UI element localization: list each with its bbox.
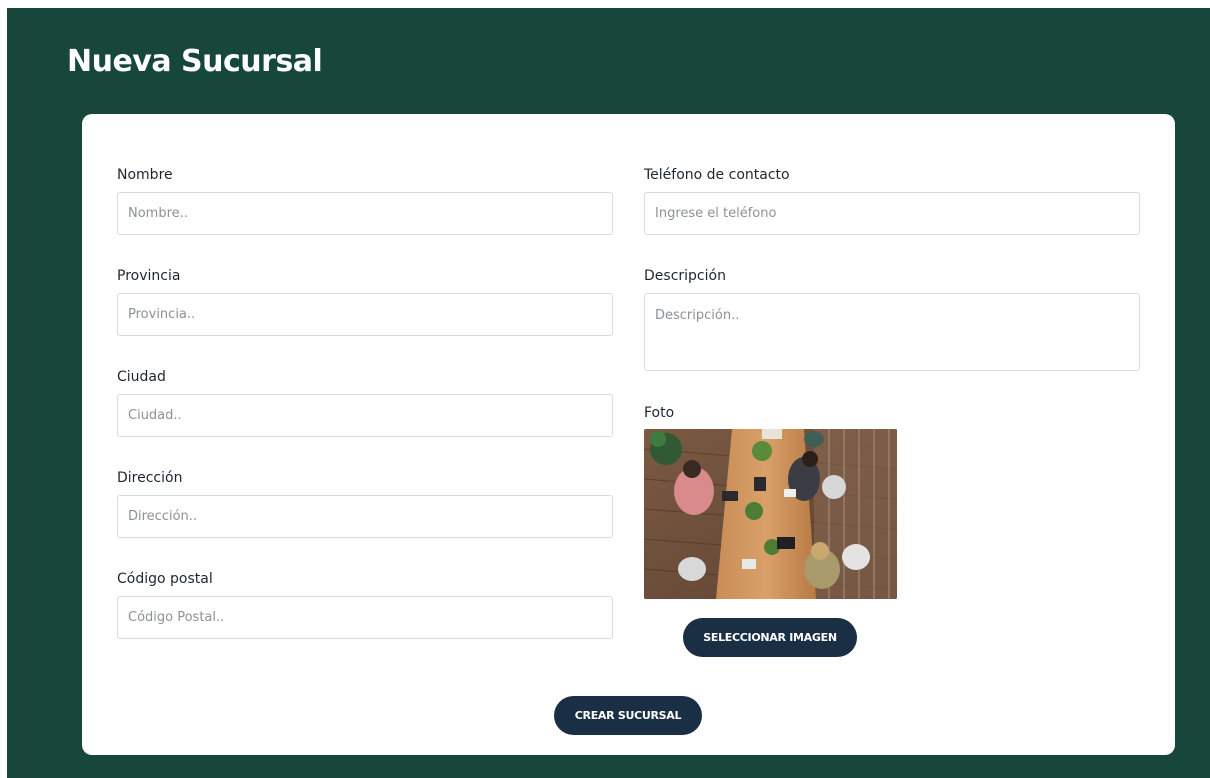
ciudad-label: Ciudad	[117, 369, 166, 385]
foto-label: Foto	[644, 405, 675, 421]
office-photo-image	[644, 429, 897, 599]
codigo-postal-input[interactable]	[117, 596, 613, 639]
create-branch-button[interactable]: CREAR SUCURSAL	[554, 696, 702, 735]
provincia-input[interactable]	[117, 293, 613, 336]
ciudad-input[interactable]	[117, 394, 613, 437]
select-image-button[interactable]: SELECCIONAR IMAGEN	[683, 618, 857, 657]
page-background: Nueva Sucursal Nombre Provincia Ciudad D…	[7, 8, 1210, 778]
descripcion-textarea[interactable]	[644, 293, 1140, 371]
form-card: Nombre Provincia Ciudad Dirección Código…	[82, 114, 1175, 755]
provincia-label: Provincia	[117, 268, 181, 284]
descripcion-label: Descripción	[644, 268, 726, 284]
office-photo	[644, 429, 897, 599]
nombre-label: Nombre	[117, 167, 173, 183]
direccion-label: Dirección	[117, 470, 183, 486]
telefono-input[interactable]	[644, 192, 1140, 235]
direccion-input[interactable]	[117, 495, 613, 538]
telefono-label: Teléfono de contacto	[644, 167, 790, 183]
page-title: Nueva Sucursal	[67, 44, 323, 79]
nombre-input[interactable]	[117, 192, 613, 235]
codigo-postal-label: Código postal	[117, 571, 213, 587]
